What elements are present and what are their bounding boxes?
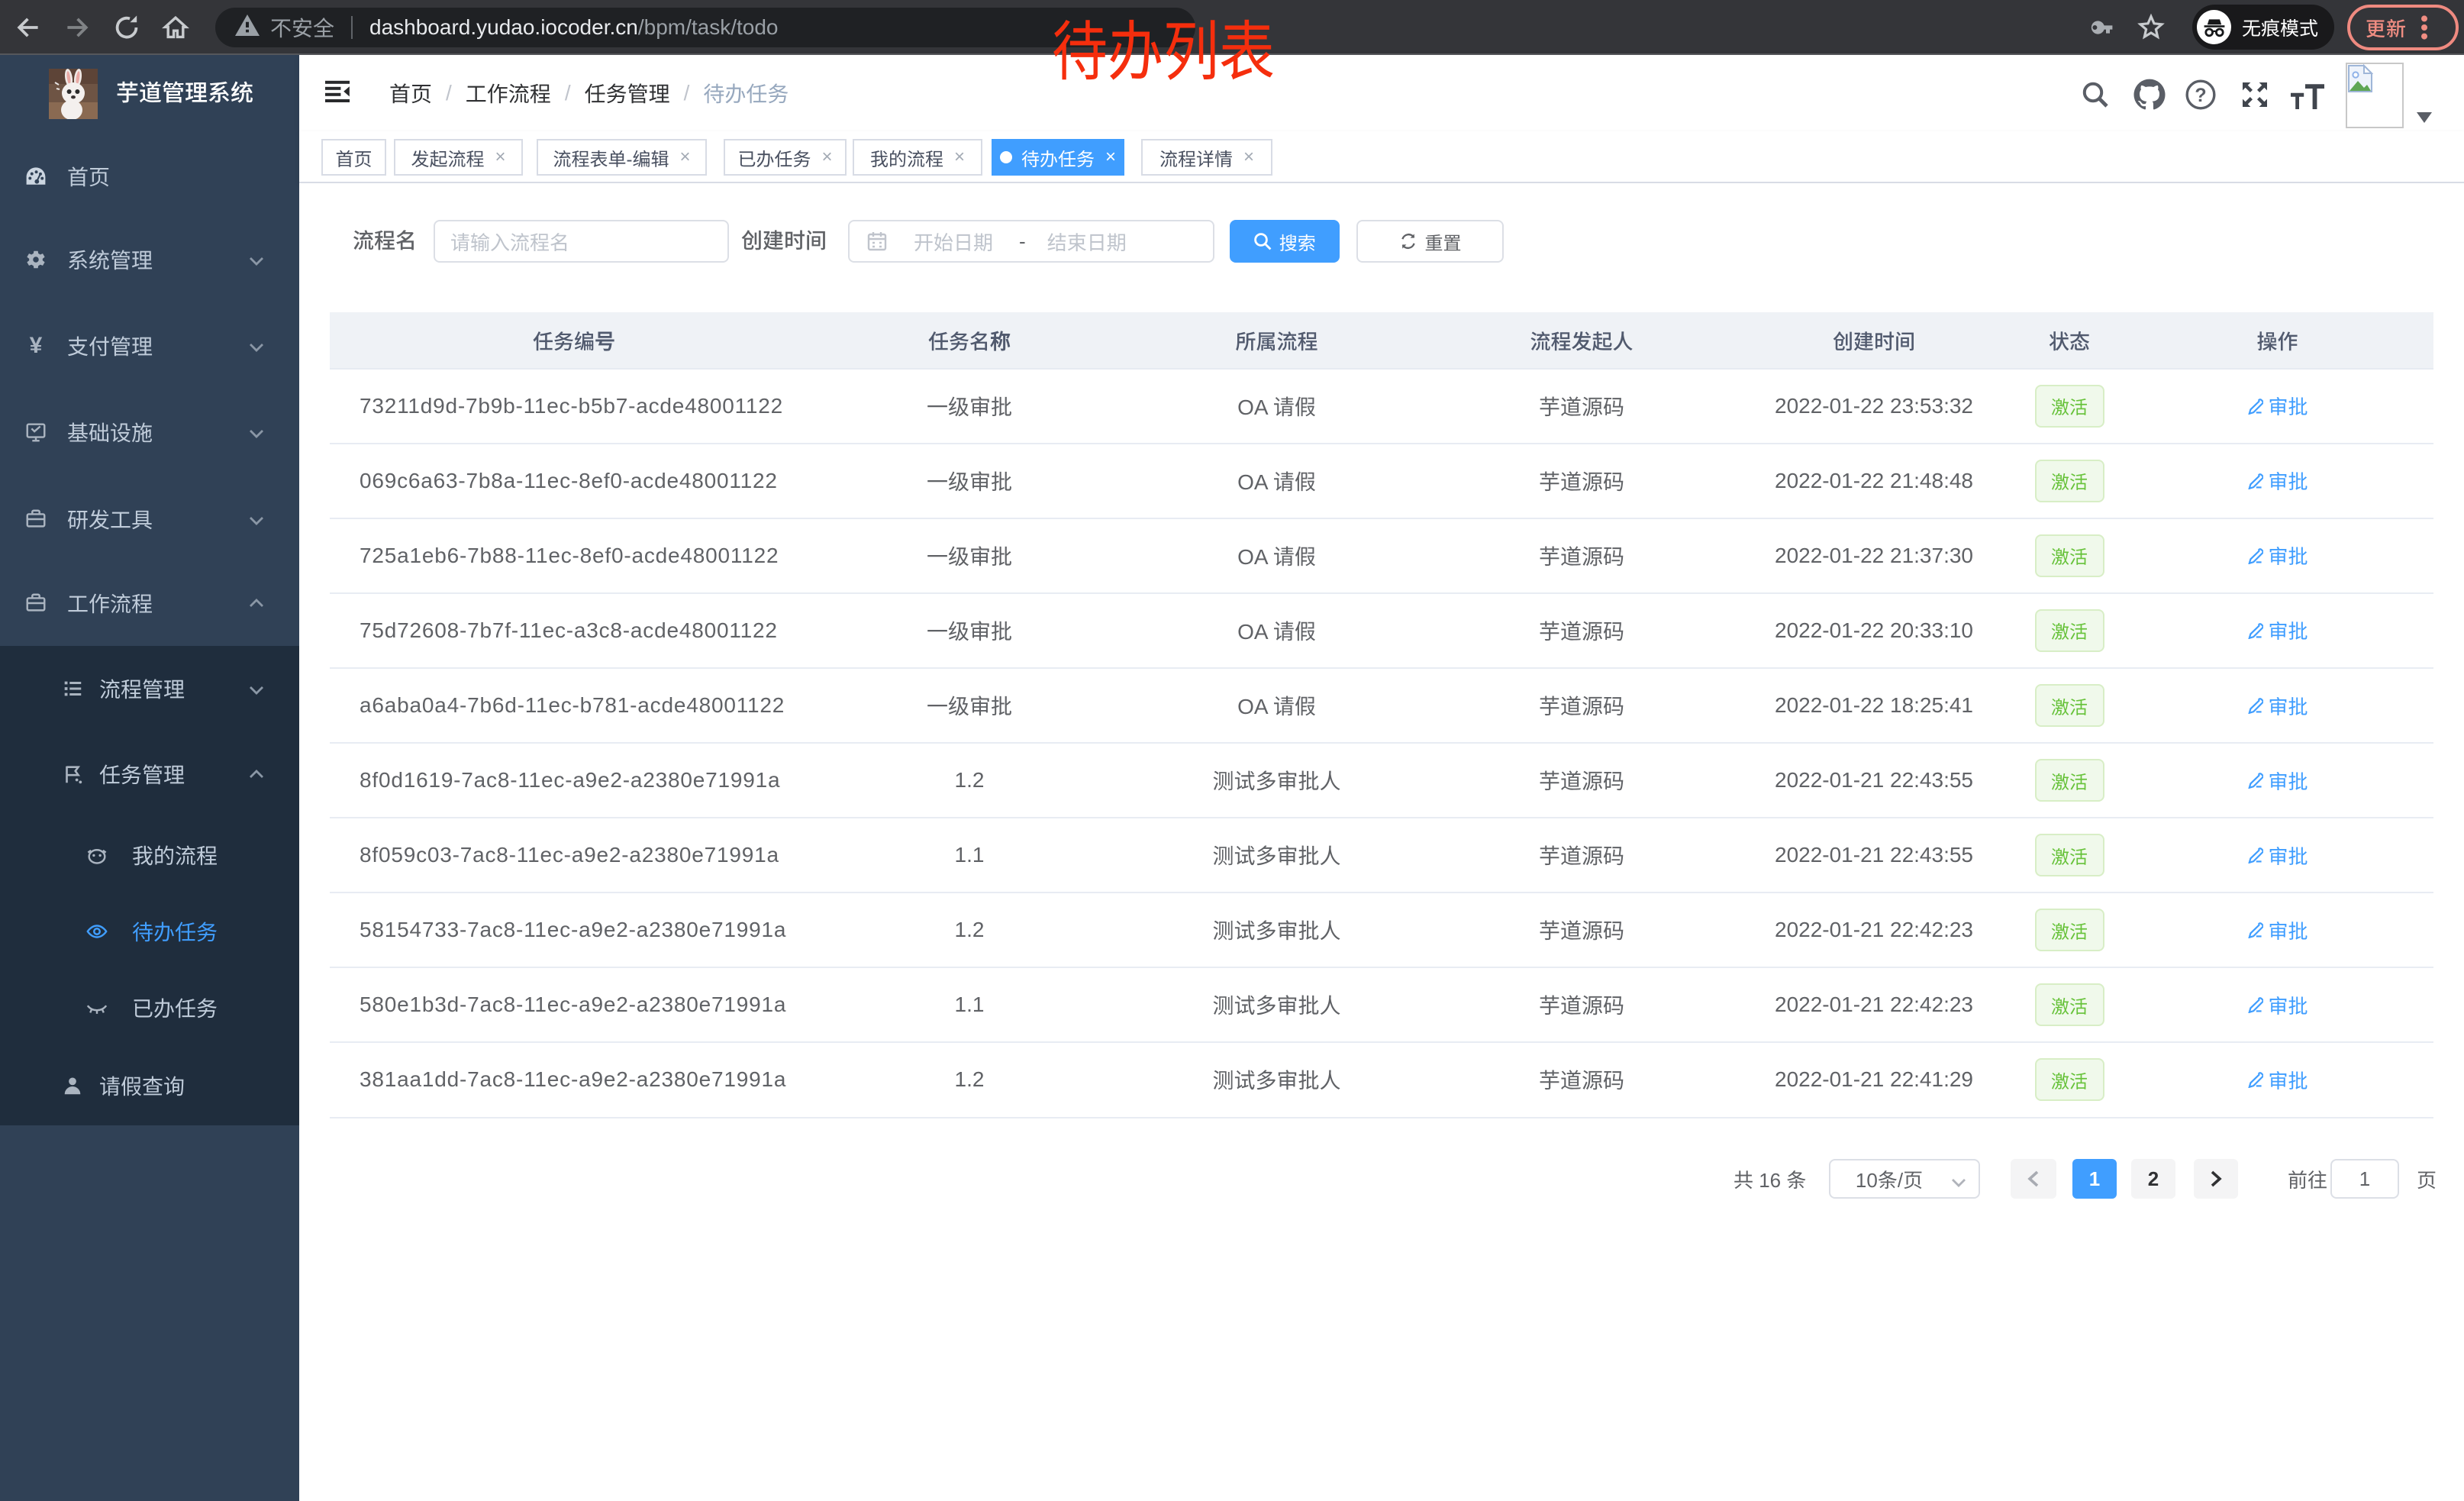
svg-text:?: ? [2195, 85, 2206, 106]
